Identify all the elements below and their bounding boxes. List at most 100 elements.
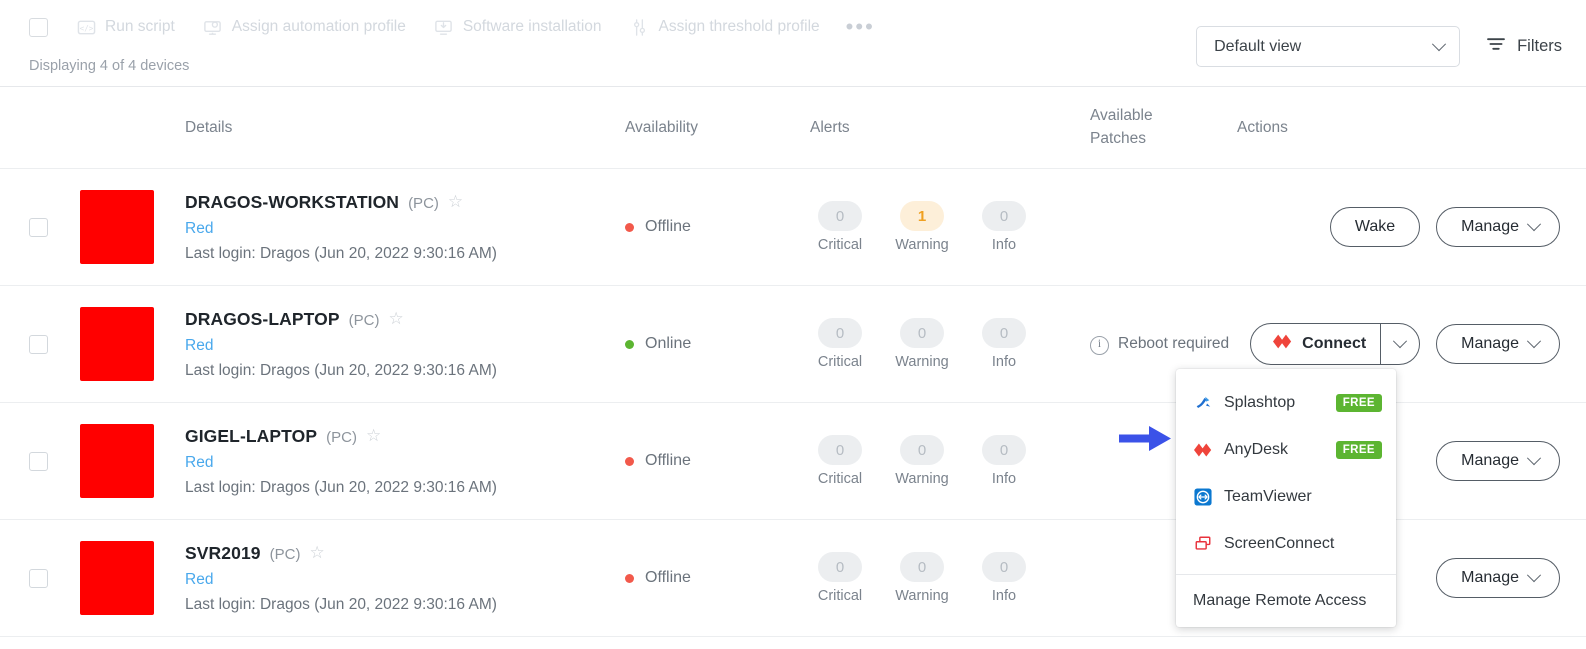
device-name[interactable]: SVR2019 [185, 543, 261, 564]
free-badge: FREE [1335, 440, 1382, 459]
device-thumbnail-cell [80, 424, 185, 498]
availability-label: Offline [645, 452, 691, 469]
alert-critical[interactable]: 0 Critical [810, 435, 870, 487]
alert-critical[interactable]: 0 Critical [810, 201, 870, 253]
bulk-action-run-script[interactable]: </> Run script [76, 17, 175, 37]
favorite-star-icon[interactable]: ☆ [388, 310, 403, 327]
bulk-action-label: Software installation [462, 18, 602, 35]
menu-item-manage-remote-access[interactable]: Manage Remote Access [1176, 575, 1396, 627]
connect-split-button[interactable]: Connect [1250, 323, 1421, 365]
wake-button[interactable]: Wake [1329, 207, 1421, 247]
alert-critical-label: Critical [817, 471, 863, 487]
splashtop-icon [1193, 393, 1212, 412]
manage-button-label: Manage [1461, 569, 1519, 586]
device-screenshot-thumbnail[interactable] [80, 424, 154, 498]
bulk-action-assign-automation-profile[interactable]: Assign automation profile [203, 17, 406, 37]
favorite-star-icon[interactable]: ☆ [366, 427, 381, 444]
row-checkbox[interactable] [29, 451, 48, 471]
alert-info[interactable]: 0 Info [974, 201, 1034, 253]
availability-label: Online [645, 335, 692, 352]
manage-button[interactable]: Manage [1436, 324, 1560, 364]
bulk-action-software-installation[interactable]: Software installation [434, 17, 602, 37]
header-actions: Actions [1237, 118, 1288, 136]
alert-counters: 0 Critical 0 Warning 0 Info [810, 435, 1090, 487]
availability-label: Offline [645, 218, 691, 235]
filters-button[interactable]: Filters [1486, 36, 1562, 57]
alert-warning[interactable]: 0 Warning [892, 435, 952, 487]
row-checkbox[interactable] [29, 217, 48, 237]
manage-button[interactable]: Manage [1436, 207, 1560, 247]
menu-item-teamviewer[interactable]: TeamViewer [1176, 473, 1396, 520]
menu-item-splashtop[interactable]: Splashtop FREE [1176, 379, 1396, 426]
device-tag[interactable]: Red [185, 220, 625, 238]
alert-info-label: Info [991, 237, 1017, 253]
device-type: (PC) [269, 545, 301, 563]
chevron-down-icon [1526, 217, 1542, 232]
alert-warning[interactable]: 1 Warning [892, 201, 952, 253]
table-row[interactable]: DRAGOS-WORKSTATION (PC) ☆ Red Last login… [0, 169, 1586, 286]
connect-dropdown-menu: Splashtop FREE AnyDesk FREE TeamViewer S… [1176, 369, 1396, 627]
device-title-line: DRAGOS-WORKSTATION (PC) ☆ [185, 192, 625, 213]
connect-dropdown-toggle[interactable] [1380, 324, 1419, 364]
device-title-line: DRAGOS-LAPTOP (PC) ☆ [185, 309, 625, 330]
view-select[interactable]: Default view [1196, 26, 1461, 67]
manage-button[interactable]: Manage [1436, 558, 1560, 598]
alert-warning-label: Warning [895, 237, 949, 253]
availability-label: Offline [645, 569, 691, 586]
alert-critical-label: Critical [817, 354, 863, 370]
device-name[interactable]: DRAGOS-WORKSTATION [185, 192, 399, 213]
device-name[interactable]: GIGEL-LAPTOP [185, 426, 317, 447]
device-tag[interactable]: Red [185, 571, 625, 589]
alerts-cell: 0 Critical 0 Warning 0 Info [810, 435, 1090, 487]
favorite-star-icon[interactable]: ☆ [448, 193, 463, 210]
device-screenshot-thumbnail[interactable] [80, 307, 154, 381]
bulk-action-assign-threshold-profile[interactable]: Assign threshold profile [630, 17, 820, 37]
alert-warning-count: 0 [900, 318, 944, 348]
reboot-required-label: Reboot required [1118, 334, 1230, 352]
manage-button[interactable]: Manage [1436, 441, 1560, 481]
device-tag[interactable]: Red [185, 454, 625, 472]
row-checkbox[interactable] [29, 334, 48, 354]
availability-status-dot [625, 573, 634, 583]
device-last-login: Last login: Dragos (Jun 20, 2022 9:30:16… [185, 244, 497, 262]
bulk-action-label: Run script [105, 18, 175, 35]
chevron-down-icon [1526, 451, 1542, 466]
device-screenshot-thumbnail[interactable] [80, 190, 154, 264]
bulk-action-label: Assign threshold profile [658, 18, 820, 35]
alert-info[interactable]: 0 Info [974, 318, 1034, 370]
device-tag[interactable]: Red [185, 337, 625, 355]
alert-critical[interactable]: 0 Critical [810, 552, 870, 604]
alert-warning[interactable]: 0 Warning [892, 552, 952, 604]
favorite-star-icon[interactable]: ☆ [309, 544, 324, 561]
alert-warning-count: 1 [900, 201, 944, 231]
device-title-line: SVR2019 (PC) ☆ [185, 543, 625, 564]
alert-warning-label: Warning [895, 354, 949, 370]
alert-counters: 0 Critical 0 Warning 0 Info [810, 318, 1090, 370]
availability-cell: Online [625, 335, 810, 353]
alert-critical[interactable]: 0 Critical [810, 318, 870, 370]
row-checkbox[interactable] [29, 568, 48, 588]
more-actions-button[interactable]: ••• [846, 16, 875, 38]
device-thumbnail-cell [80, 190, 185, 264]
device-name[interactable]: DRAGOS-LAPTOP [185, 309, 340, 330]
select-all-checkbox[interactable] [29, 17, 48, 37]
menu-item-screenconnect[interactable]: ScreenConnect [1176, 520, 1396, 567]
alert-info[interactable]: 0 Info [974, 552, 1034, 604]
alert-warning-count: 0 [900, 552, 944, 582]
header-availability: Availability [625, 118, 698, 136]
device-screenshot-thumbnail[interactable] [80, 541, 154, 615]
alert-warning[interactable]: 0 Warning [892, 318, 952, 370]
availability-status: Offline [625, 452, 810, 470]
displaying-count: Displaying 4 of 4 devices [29, 58, 190, 74]
menu-item-label: AnyDesk [1224, 440, 1289, 458]
bulk-actions-toolbar: </> Run script Assign automation profile… [0, 0, 1586, 87]
manage-button-label: Manage [1461, 218, 1519, 235]
connect-button[interactable]: Connect [1251, 324, 1380, 364]
menu-item-anydesk[interactable]: AnyDesk FREE [1176, 426, 1396, 473]
reboot-required-note: i Reboot required [1090, 334, 1237, 355]
device-details-cell: DRAGOS-WORKSTATION (PC) ☆ Red Last login… [185, 192, 625, 263]
code-script-icon: </> [76, 17, 96, 37]
table-header: Details Availability Alerts Available Pa… [0, 87, 1586, 169]
alert-info[interactable]: 0 Info [974, 435, 1034, 487]
chevron-down-icon [1526, 334, 1542, 349]
